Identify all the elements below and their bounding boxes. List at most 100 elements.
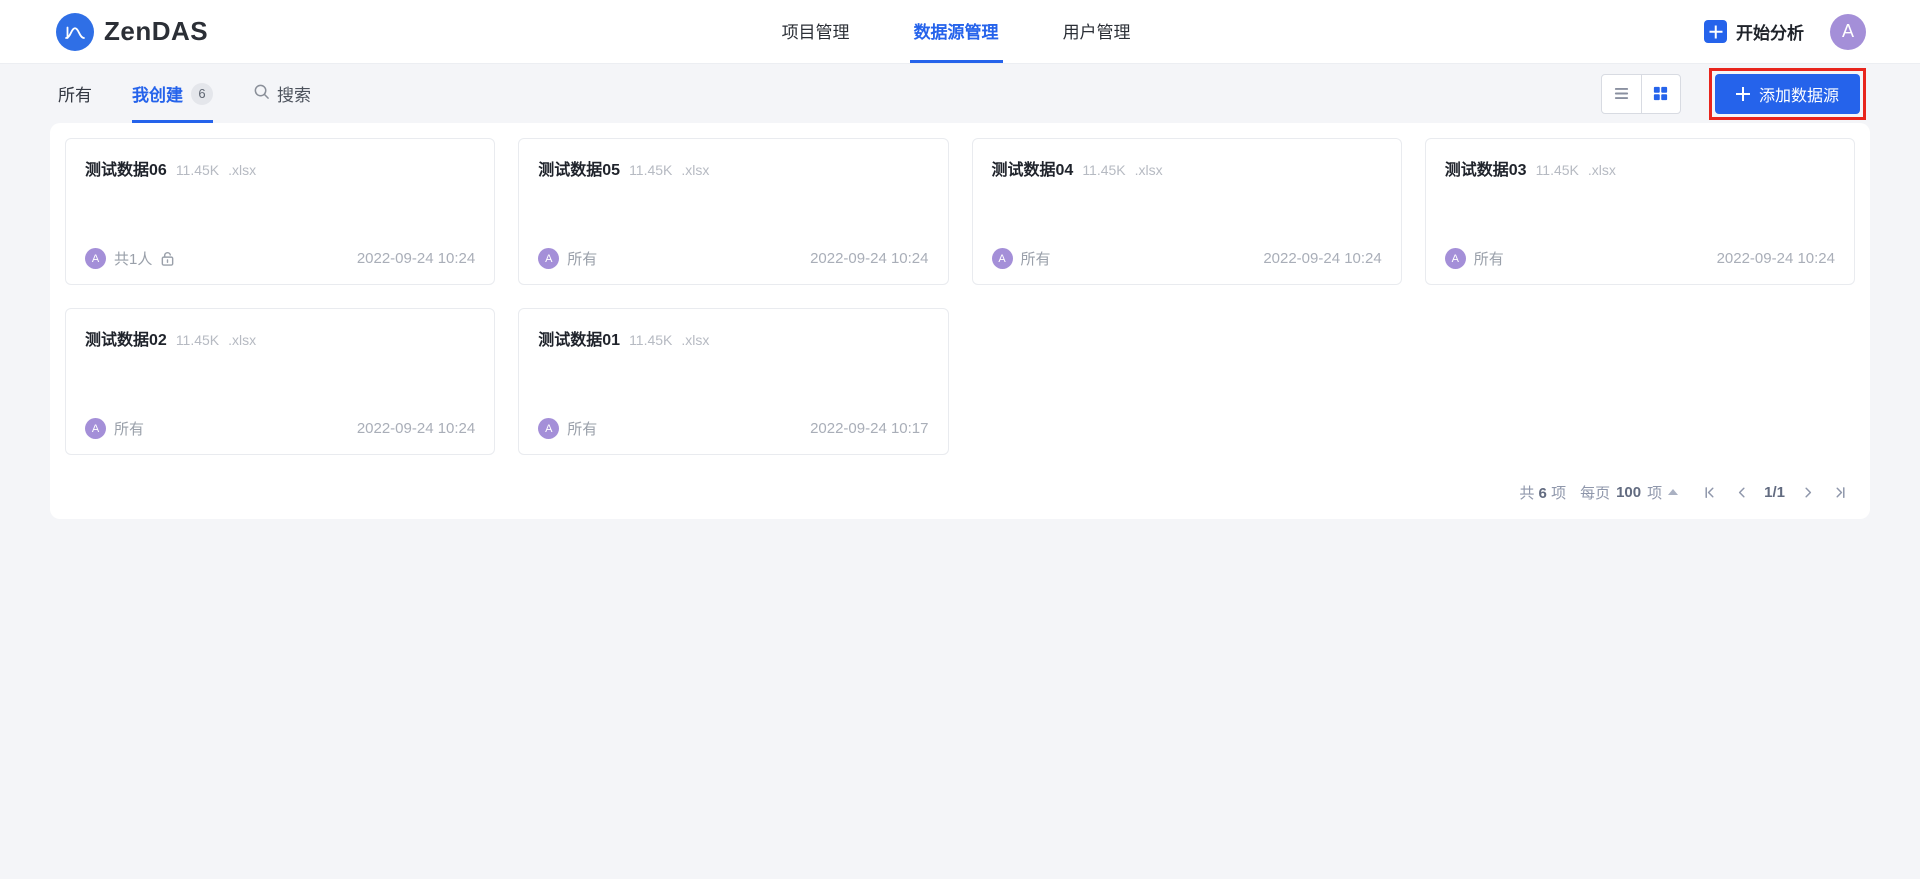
card-footer: A 共1人 2022-09-24 10:24 <box>85 248 475 269</box>
share-scope-label: 所有 <box>1021 248 1051 269</box>
card-title: 测试数据04 <box>992 156 1074 180</box>
owner-avatar: A <box>85 248 106 269</box>
card-file-size: 11.45K <box>176 162 219 178</box>
card-title: 测试数据03 <box>1445 156 1527 180</box>
card-owner: A 所有 <box>538 248 597 269</box>
list-view-button[interactable] <box>1602 75 1641 113</box>
search-trigger[interactable]: 搜索 <box>253 81 311 106</box>
card-file-extension: .xlsx <box>681 332 709 348</box>
share-scope-label: 所有 <box>1474 248 1504 269</box>
start-analysis-button[interactable]: 开始分析 <box>1704 19 1804 44</box>
card-title-row: 测试数据03 11.45K .xlsx <box>1445 156 1835 180</box>
last-page-icon <box>1833 485 1848 500</box>
datasource-card[interactable]: 测试数据06 11.45K .xlsx A 共1人 2022- <box>65 138 495 285</box>
next-page-button[interactable] <box>1797 481 1819 503</box>
card-file-size: 11.45K <box>629 332 672 348</box>
last-page-button[interactable] <box>1829 481 1851 503</box>
card-file-size: 11.45K <box>1536 162 1579 178</box>
pagination-total: 共 6 项 <box>1519 482 1566 503</box>
card-title-row: 测试数据01 11.45K .xlsx <box>538 326 928 350</box>
add-datasource-button[interactable]: 添加数据源 <box>1715 74 1860 114</box>
card-date: 2022-09-24 10:24 <box>1717 250 1835 267</box>
datasource-card[interactable]: 测试数据05 11.45K .xlsx A 所有 2022-0 <box>518 138 948 285</box>
app-header: ZenDAS 项目管理 数据源管理 用户管理 开始分析 A <box>0 0 1920 64</box>
filter-tab-all[interactable]: 所有 <box>58 64 92 123</box>
card-file-extension: .xlsx <box>228 332 256 348</box>
search-label: 搜索 <box>277 81 311 106</box>
card-title-row: 测试数据06 11.45K .xlsx <box>85 156 475 180</box>
card-date: 2022-09-24 10:24 <box>810 250 928 267</box>
card-date: 2022-09-24 10:17 <box>810 420 928 437</box>
chevron-up-icon <box>1668 489 1678 495</box>
app-title: ZenDAS <box>104 16 208 47</box>
card-file-extension: .xlsx <box>1135 162 1163 178</box>
card-footer: A 所有 2022-09-24 10:24 <box>1445 248 1835 269</box>
per-page-selector[interactable]: 每页 100 项 <box>1580 482 1678 503</box>
first-page-button[interactable] <box>1698 481 1720 503</box>
total-suffix: 项 <box>1551 485 1566 502</box>
card-file-extension: .xlsx <box>228 162 256 178</box>
card-title: 测试数据06 <box>85 156 167 180</box>
share-scope-label: 共1人 <box>114 248 152 269</box>
card-title-row: 测试数据02 11.45K .xlsx <box>85 326 475 350</box>
user-avatar[interactable]: A <box>1830 14 1866 50</box>
datasource-card[interactable]: 测试数据02 11.45K .xlsx A 所有 2022-0 <box>65 308 495 455</box>
datasource-card[interactable]: 测试数据01 11.45K .xlsx A 所有 2022-0 <box>518 308 948 455</box>
datasource-card[interactable]: 测试数据04 11.45K .xlsx A 所有 2022-0 <box>972 138 1402 285</box>
card-file-extension: .xlsx <box>1588 162 1616 178</box>
search-icon <box>253 83 270 105</box>
grid-view-icon <box>1652 85 1669 102</box>
lock-icon <box>160 251 175 267</box>
page-indicator: 1/1 <box>1762 484 1787 501</box>
card-footer: A 所有 2022-09-24 10:24 <box>992 248 1382 269</box>
total-count: 6 <box>1539 485 1547 502</box>
plus-square-icon <box>1704 20 1727 43</box>
per-page-count: 100 <box>1616 484 1641 501</box>
card-date: 2022-09-24 10:24 <box>1263 250 1381 267</box>
datasource-card-grid: 测试数据06 11.45K .xlsx A 共1人 2022- <box>65 138 1855 455</box>
card-owner: A 所有 <box>992 248 1051 269</box>
share-scope-label: 所有 <box>567 418 597 439</box>
pagination-controls: 1/1 <box>1698 481 1851 503</box>
owner-avatar: A <box>538 248 559 269</box>
nav-item-label: 数据源管理 <box>914 18 999 43</box>
card-date: 2022-09-24 10:24 <box>357 250 475 267</box>
owner-avatar: A <box>1445 248 1466 269</box>
add-datasource-label: 添加数据源 <box>1759 82 1839 106</box>
nav-item-2[interactable]: 用户管理 <box>1059 0 1135 63</box>
mine-count-badge: 6 <box>191 83 213 105</box>
card-footer: A 所有 2022-09-24 10:24 <box>85 418 475 439</box>
card-footer: A 所有 2022-09-24 10:24 <box>538 248 928 269</box>
share-scope-label: 所有 <box>114 418 144 439</box>
filter-tab-mine[interactable]: 我创建 6 <box>132 64 213 123</box>
card-owner: A 所有 <box>85 418 144 439</box>
main-nav: 项目管理 数据源管理 用户管理 <box>778 0 1135 63</box>
prev-page-button[interactable] <box>1730 481 1752 503</box>
filter-tab-mine-label: 我创建 <box>132 81 183 106</box>
annotation-highlight-box: 添加数据源 <box>1709 68 1866 120</box>
start-analysis-label: 开始分析 <box>1736 19 1804 44</box>
nav-item-1[interactable]: 数据源管理 <box>910 0 1003 63</box>
card-owner: A 所有 <box>538 418 597 439</box>
card-title: 测试数据05 <box>538 156 620 180</box>
card-file-extension: .xlsx <box>681 162 709 178</box>
datasource-panel: 测试数据06 11.45K .xlsx A 共1人 2022- <box>50 123 1870 519</box>
view-toggle <box>1601 74 1681 114</box>
list-view-icon <box>1613 85 1630 102</box>
nav-item-0[interactable]: 项目管理 <box>778 0 854 63</box>
share-scope-label: 所有 <box>567 248 597 269</box>
plus-icon <box>1736 87 1750 101</box>
per-page-suffix: 项 <box>1647 482 1662 503</box>
owner-avatar: A <box>85 418 106 439</box>
grid-view-button[interactable] <box>1641 75 1680 113</box>
card-file-size: 11.45K <box>176 332 219 348</box>
chevron-left-icon <box>1734 485 1749 500</box>
owner-avatar: A <box>992 248 1013 269</box>
nav-item-label: 项目管理 <box>782 18 850 43</box>
card-title-row: 测试数据04 11.45K .xlsx <box>992 156 1382 180</box>
datasource-card[interactable]: 测试数据03 11.45K .xlsx A 所有 2022-0 <box>1425 138 1855 285</box>
card-title-row: 测试数据05 11.45K .xlsx <box>538 156 928 180</box>
chevron-right-icon <box>1801 485 1816 500</box>
first-page-icon <box>1702 485 1717 500</box>
total-prefix: 共 <box>1519 485 1534 502</box>
